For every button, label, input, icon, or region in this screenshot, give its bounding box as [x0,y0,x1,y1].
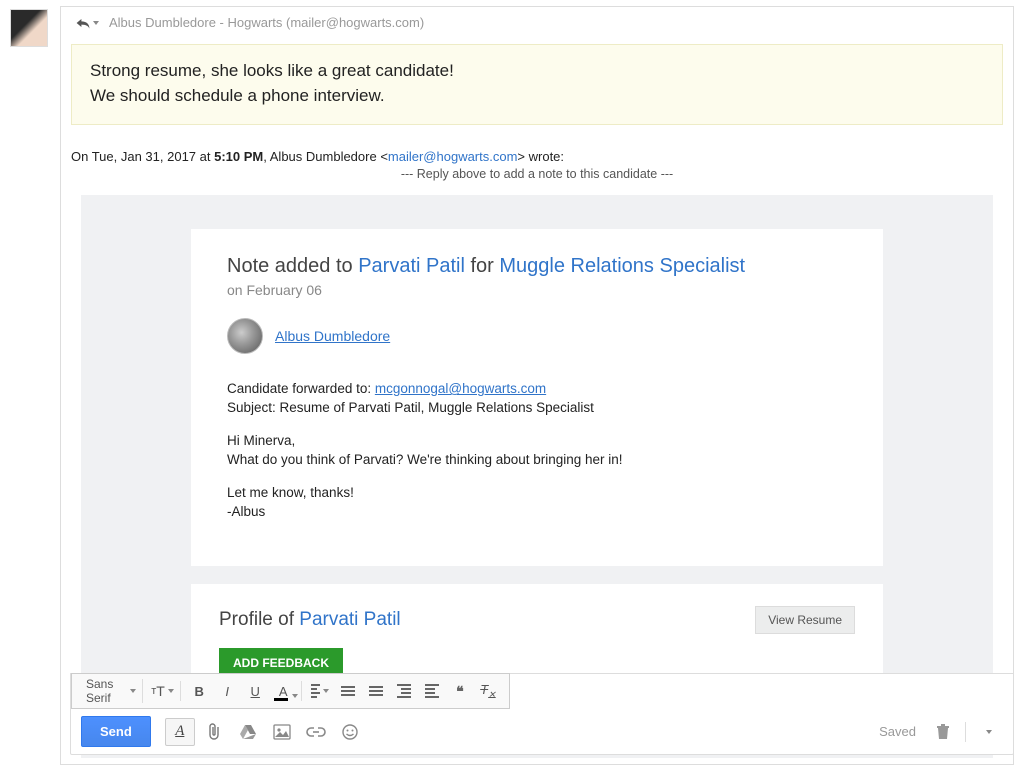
profile-title-prefix: Profile of [219,609,299,630]
quote-suffix: > wrote: [517,149,564,164]
font-size-dropdown[interactable]: тT [149,678,175,704]
fwd-label: Candidate forwarded to: [227,381,375,396]
indent-less-button[interactable] [391,678,417,704]
caret-down-icon [986,730,992,734]
fwd-subject: Subject: Resume of Parvati Patil, Muggle… [227,400,594,415]
discard-draft-button[interactable] [928,718,958,746]
quote-button[interactable]: ❝ [447,678,473,704]
indent-more-button[interactable] [419,678,445,704]
quote-email-link[interactable]: mailer@hogwarts.com [388,149,518,164]
note-body: Candidate forwarded to: mcgonnogal@hogwa… [227,380,847,521]
send-toolbar: Send A Saved [71,709,1013,754]
note-card: Note added to Parvati Patil for Muggle R… [191,229,883,565]
underline-button[interactable]: U [242,678,268,704]
more-options-dropdown[interactable] [973,718,1003,746]
note-job-link[interactable]: Muggle Relations Specialist [499,255,745,277]
text-color-dropdown[interactable]: A [270,678,296,704]
note-title-mid: for [465,255,499,277]
compose-body[interactable]: Strong resume, she looks like a great ca… [71,44,1003,125]
quote-mid: , Albus Dumbledore < [263,149,388,164]
compose-header: Albus Dumbledore - Hogwarts (mailer@hogw… [61,7,1013,38]
caret-down-icon [323,689,329,693]
saved-status: Saved [879,724,916,739]
reply-type-dropdown[interactable] [75,16,99,30]
note-date: on February 06 [227,282,847,298]
note-title: Note added to Parvati Patil for Muggle R… [227,255,847,278]
font-family-dropdown[interactable]: Sans Serif [80,679,143,703]
body-line: What do you think of Parvati? We're thin… [227,452,623,467]
compose-line-1: Strong resume, she looks like a great ca… [90,59,984,84]
quote-prefix: On Tue, Jan 31, 2017 at [71,149,214,164]
italic-button[interactable]: I [214,678,240,704]
quote-header: On Tue, Jan 31, 2017 at 5:10 PM, Albus D… [71,149,1003,164]
insert-photo-button[interactable] [267,718,297,746]
caret-down-icon [130,689,136,693]
note-candidate-link[interactable]: Parvati Patil [358,255,465,277]
reply-hint: --- Reply above to add a note to this ca… [71,167,1003,181]
attach-file-button[interactable] [199,718,229,746]
send-button[interactable]: Send [81,716,151,747]
author-avatar [227,318,263,354]
bulleted-list-button[interactable] [363,678,389,704]
recipient-line[interactable]: Albus Dumbledore - Hogwarts (mailer@hogw… [109,15,424,30]
format-toolbar: Sans Serif тT B I U A ❝ T✕ [71,673,510,709]
compose-toolbar: Sans Serif тT B I U A ❝ T✕ Send A [70,673,1014,755]
author-link[interactable]: Albus Dumbledore [275,328,390,344]
profile-title: Profile of Parvati Patil [219,609,401,631]
view-resume-button[interactable]: View Resume [755,606,855,634]
body-close1: Let me know, thanks! [227,485,354,500]
caret-down-icon [93,21,99,25]
quote-time: 5:10 PM [214,149,263,164]
note-title-prefix: Note added to [227,255,358,277]
profile-candidate-link[interactable]: Parvati Patil [299,609,400,630]
body-greeting: Hi Minerva, [227,433,295,448]
compose-line-2: We should schedule a phone interview. [90,84,984,109]
numbered-list-button[interactable] [335,678,361,704]
remove-formatting-button[interactable]: T✕ [475,678,501,704]
insert-drive-button[interactable] [233,718,263,746]
insert-link-button[interactable] [301,718,331,746]
insert-emoji-button[interactable] [335,718,365,746]
caret-down-icon [292,694,298,698]
bold-button[interactable]: B [186,678,212,704]
formatting-toggle-button[interactable]: A [165,718,195,746]
font-family-label: Sans Serif [86,677,123,705]
caret-down-icon [168,689,174,693]
fwd-email-link[interactable]: mcgonnogal@hogwarts.com [375,381,546,396]
sender-avatar [10,9,48,47]
align-dropdown[interactable] [307,678,333,704]
body-close2: -Albus [227,504,265,519]
